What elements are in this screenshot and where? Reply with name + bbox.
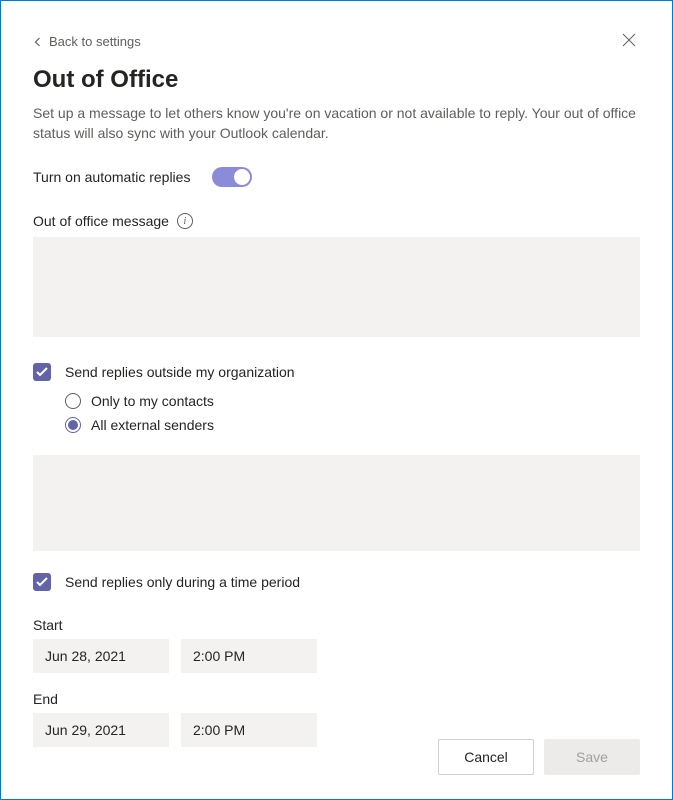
- radio-all-external[interactable]: All external senders: [65, 417, 640, 433]
- back-to-settings-link[interactable]: Back to settings: [33, 34, 141, 49]
- radio-contacts[interactable]: Only to my contacts: [65, 393, 640, 409]
- start-date-input[interactable]: [33, 639, 169, 673]
- close-icon: [622, 33, 636, 47]
- outside-org-checkbox[interactable]: [33, 363, 51, 381]
- save-button[interactable]: Save: [544, 739, 640, 775]
- radio-contacts-circle: [65, 393, 81, 409]
- check-icon: [36, 577, 48, 587]
- check-icon: [36, 367, 48, 377]
- radio-contacts-label: Only to my contacts: [91, 393, 214, 409]
- footer-buttons: Cancel Save: [438, 739, 640, 775]
- close-button[interactable]: [618, 29, 640, 54]
- start-label: Start: [33, 617, 640, 633]
- start-datetime-row: [33, 639, 640, 673]
- radio-all-label: All external senders: [91, 417, 214, 433]
- message-label: Out of office message: [33, 213, 169, 229]
- chevron-left-icon: [33, 37, 43, 47]
- toggle-knob: [234, 169, 250, 185]
- back-link-text: Back to settings: [49, 34, 141, 49]
- time-period-label: Send replies only during a time period: [65, 574, 300, 590]
- message-label-row: Out of office message i: [33, 213, 640, 229]
- info-icon[interactable]: i: [177, 213, 193, 229]
- start-time-input[interactable]: [181, 639, 317, 673]
- radio-all-circle: [65, 417, 81, 433]
- end-date-input[interactable]: [33, 713, 169, 747]
- end-time-input[interactable]: [181, 713, 317, 747]
- cancel-button[interactable]: Cancel: [438, 739, 534, 775]
- header-row: Back to settings: [33, 29, 640, 54]
- outside-message-textarea[interactable]: [33, 455, 640, 551]
- outside-org-row: Send replies outside my organization: [33, 363, 640, 381]
- auto-replies-toggle[interactable]: [212, 167, 252, 187]
- auto-replies-toggle-row: Turn on automatic replies: [33, 167, 640, 187]
- auto-replies-label: Turn on automatic replies: [33, 169, 190, 185]
- outside-org-label: Send replies outside my organization: [65, 364, 295, 380]
- time-period-row: Send replies only during a time period: [33, 573, 640, 591]
- time-period-checkbox[interactable]: [33, 573, 51, 591]
- message-textarea[interactable]: [33, 237, 640, 337]
- page-description: Set up a message to let others know you'…: [33, 104, 640, 143]
- page-title: Out of Office: [33, 66, 640, 94]
- outside-radio-group: Only to my contacts All external senders: [65, 393, 640, 441]
- out-of-office-modal: Back to settings Out of Office Set up a …: [0, 0, 673, 800]
- radio-dot: [68, 420, 78, 430]
- end-label: End: [33, 691, 640, 707]
